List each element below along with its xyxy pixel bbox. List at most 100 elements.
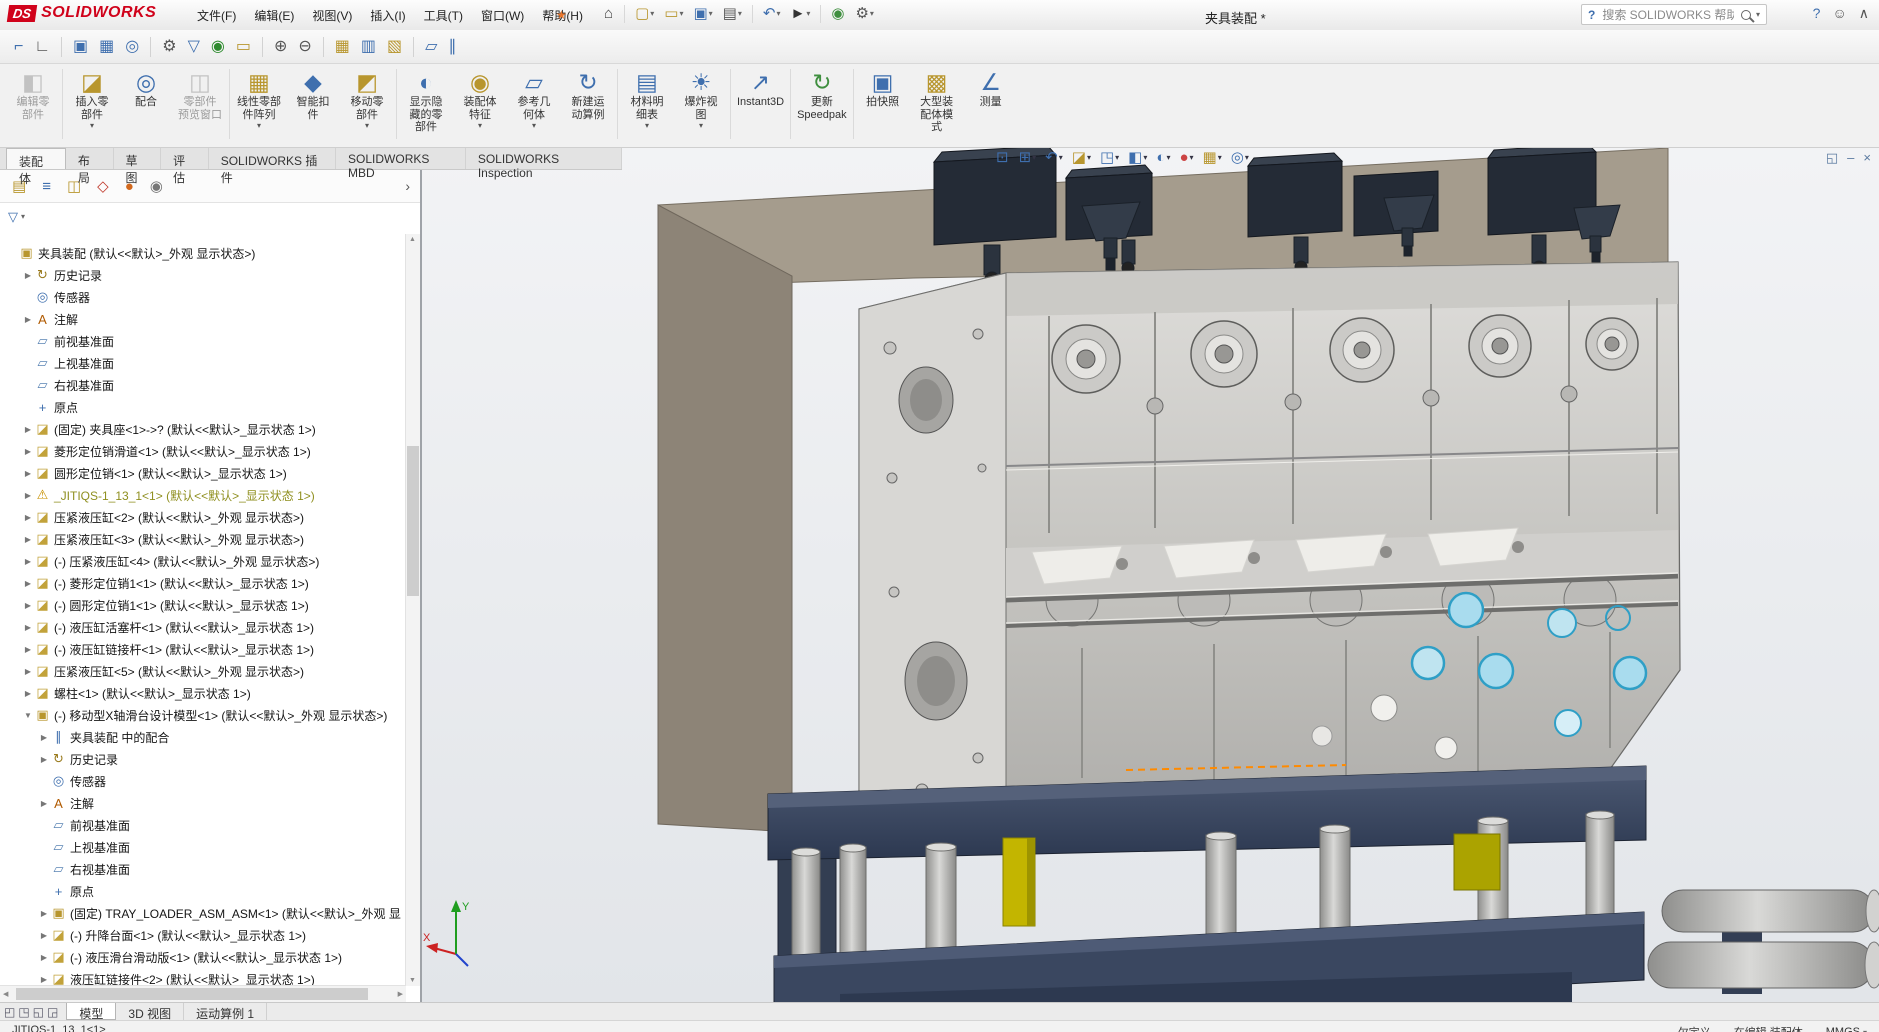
ribbon-button[interactable] (396, 69, 397, 139)
expand-arrow-icon[interactable]: ▶ (22, 447, 34, 456)
expand-arrow-icon[interactable]: ▶ (38, 733, 50, 742)
tree-item[interactable]: ▶ A 注解 (0, 792, 406, 814)
expand-arrow-icon[interactable]: ▶ (22, 491, 34, 500)
title-toolbar-button[interactable] (752, 5, 753, 23)
expand-arrow-icon[interactable]: ▶ (22, 425, 34, 434)
quickbar-button[interactable]: ⚙ (158, 37, 180, 57)
quickbar-button[interactable]: ▥ (357, 37, 380, 57)
ribbon-button[interactable]: ▤ 材料明 细表 ▾ (620, 67, 674, 131)
expand-arrow-icon[interactable]: ▶ (22, 315, 34, 324)
expand-arrow-icon[interactable]: ▶ (22, 271, 34, 280)
tree-item[interactable]: + 原点 (0, 880, 406, 902)
tree-item[interactable]: ▱ 前视基准面 (0, 330, 406, 352)
tree-item[interactable]: ▶ ◪ 压紧液压缸<3> (默认<<默认>_外观 显示状态>) (0, 528, 406, 550)
tree-item[interactable]: ▶ ⚠ _JITIQS-1_13_1<1> (默认<<默认>_显示状态 1>) (0, 484, 406, 506)
panel-tab[interactable]: ≡ (42, 179, 51, 194)
scroll-down-icon[interactable]: ▼ (409, 977, 416, 984)
ribbon-button[interactable]: ◧ 编辑零 部件 (6, 67, 60, 131)
pane-button[interactable]: ◳ (18, 1005, 29, 1019)
ribbon-button[interactable] (229, 69, 230, 139)
tree-item[interactable]: ▣ 夹具装配 (默认<<默认>_外观 显示状态>) (0, 242, 406, 264)
headsup-button[interactable]: ⊞ ▾ (1019, 150, 1037, 165)
search-box[interactable]: ? ▾ (1581, 4, 1767, 25)
tree-item[interactable]: ▶ ◪ 螺柱<1> (默认<<默认>_显示状态 1>) (0, 682, 406, 704)
status-item[interactable]: 在编辑 装配体 (1734, 1024, 1806, 1032)
tree-item[interactable]: ▶ ◪ 圆形定位销<1> (默认<<默认>_显示状态 1>) (0, 462, 406, 484)
command-tab[interactable]: SOLIDWORKS 插件 (209, 148, 336, 169)
headsup-button[interactable]: ◎ ▾ (1231, 150, 1249, 165)
ribbon-button[interactable]: ◩ 移动零 部件 ▾ (340, 67, 394, 131)
tree-horizontal-scrollbar[interactable]: ◀ ▶ (0, 985, 406, 1002)
ribbon-button[interactable]: ◎ 配合 (119, 67, 173, 119)
expand-arrow-icon[interactable]: ▶ (38, 953, 50, 962)
ribbon-button[interactable]: ▱ 参考几 何体 ▾ (507, 67, 561, 131)
window-control-button[interactable]: – (1847, 151, 1854, 165)
menu-item[interactable]: 插入(I) (361, 3, 414, 28)
command-tab[interactable]: SOLIDWORKS MBD (336, 148, 466, 169)
tree-item[interactable]: ▶ ◪ (-) 菱形定位销1<1> (默认<<默认>_显示状态 1>) (0, 572, 406, 594)
tree-item[interactable]: ▶ ◪ (-) 液压缸链接杆<1> (默认<<默认>_显示状态 1>) (0, 638, 406, 660)
ribbon-button[interactable]: ▩ 大型装 配体模 式 (910, 67, 964, 144)
tree-item[interactable]: ◎ 传感器 (0, 770, 406, 792)
tree-item[interactable]: ▱ 前视基准面 (0, 814, 406, 836)
tree-item[interactable]: ▱ 右视基准面 (0, 374, 406, 396)
tree-item[interactable]: ▶ ◪ (固定) 夹具座<1>->? (默认<<默认>_显示状态 1>) (0, 418, 406, 440)
scroll-left-icon[interactable]: ◀ (3, 990, 8, 998)
search-icon[interactable] (1741, 10, 1751, 20)
ribbon-button[interactable]: ↻ 新建运 动算例 (561, 67, 615, 131)
pane-button[interactable]: ◰ (4, 1005, 15, 1019)
tree-item[interactable]: ▶ ◪ 液压缸链接件<2> (默认<<默认>_显示状态 1>) (0, 968, 406, 986)
tree-item[interactable]: ▶ ▣ (固定) TRAY_LOADER_ASM_ASM<1> (默认<<默认>… (0, 902, 406, 924)
menu-item[interactable]: 编辑(E) (245, 3, 303, 28)
status-item[interactable]: 欠定义 (1678, 1024, 1714, 1032)
expand-arrow-icon[interactable]: ▶ (22, 667, 34, 676)
tree-item[interactable]: ▶ ◪ 压紧液压缸<2> (默认<<默认>_外观 显示状态>) (0, 506, 406, 528)
quickbar-button[interactable]: ▱ (421, 37, 441, 57)
window-control-button[interactable]: × (1863, 151, 1871, 165)
title-toolbar-button[interactable]: ▭ ▾ (660, 4, 687, 23)
ribbon-button[interactable]: ◫ 零部件 预览窗口 (173, 67, 227, 131)
tree-item[interactable]: ▶ ◪ (-) 液压滑台滑动版<1> (默认<<默认>_显示状态 1>) (0, 946, 406, 968)
ribbon-button[interactable]: ◆ 智能扣 件 (286, 67, 340, 131)
quickbar-button[interactable]: ▽ (184, 37, 204, 57)
menu-pin-icon[interactable]: ★ (556, 8, 567, 22)
expand-arrow-icon[interactable]: ▶ (22, 601, 34, 610)
status-item[interactable]: MMGS ▾ (1826, 1026, 1867, 1032)
expand-arrow-icon[interactable]: ▶ (22, 535, 34, 544)
expand-arrow-icon[interactable]: ▶ (38, 975, 50, 984)
menu-item[interactable]: 窗口(W) (472, 3, 533, 28)
filter-dropdown-icon[interactable]: ▾ (21, 212, 25, 221)
quickbar-button[interactable]: ⊖ (294, 37, 315, 57)
headsup-button[interactable]: ▦ ▾ (1203, 150, 1222, 165)
quickbar-button[interactable]: ⊕ (270, 37, 291, 57)
title-toolbar-button[interactable]: ▢ ▾ (631, 4, 658, 23)
quickbar-button[interactable]: ◉ (207, 37, 229, 57)
vertical-scroll-thumb[interactable] (407, 446, 419, 596)
expand-arrow-icon[interactable]: ▶ (22, 579, 34, 588)
panel-tab[interactable]: ◇ (97, 179, 109, 194)
ribbon-button[interactable]: ∠ 测量 (964, 67, 1018, 119)
tree-item[interactable]: ▶ A 注解 (0, 308, 406, 330)
expand-arrow-icon[interactable]: ▼ (22, 711, 34, 720)
user-icon[interactable]: ☺ (1832, 6, 1846, 20)
tree-item[interactable]: ▼ ▣ (-) 移动型X轴滑台设计模型<1> (默认<<默认>_外观 显示状态>… (0, 704, 406, 726)
title-toolbar-button[interactable]: ► ▾ (786, 4, 814, 23)
ribbon-button[interactable]: ↻ 更新 Speedpak (793, 67, 851, 131)
command-tab[interactable]: 布局 (66, 148, 114, 169)
title-toolbar-button[interactable]: ⌂ (600, 4, 618, 23)
tree-item[interactable]: ▶ ◪ (-) 压紧液压缸<4> (默认<<默认>_外观 显示状态>) (0, 550, 406, 572)
pane-button[interactable]: ◲ (47, 1005, 58, 1019)
menu-item[interactable]: 文件(F) (188, 3, 245, 28)
quickbar-button[interactable] (262, 37, 263, 57)
search-input[interactable] (1600, 7, 1736, 23)
tree-item[interactable]: ▶ ◪ (-) 升降台面<1> (默认<<默认>_显示状态 1>) (0, 924, 406, 946)
panel-expand-icon[interactable]: › (405, 178, 410, 194)
tree-item[interactable]: ◎ 传感器 (0, 286, 406, 308)
title-toolbar-button[interactable]: ↶ ▾ (759, 4, 785, 23)
ribbon-button[interactable] (790, 69, 791, 139)
tree-vertical-scrollbar[interactable]: ▲ ▼ (405, 234, 420, 986)
quickbar-button[interactable]: ▦ (331, 37, 354, 57)
horizontal-scroll-thumb[interactable] (16, 988, 368, 1000)
scroll-up-icon[interactable]: ▲ (409, 236, 416, 243)
window-control-button[interactable]: ◱ (1826, 151, 1838, 165)
